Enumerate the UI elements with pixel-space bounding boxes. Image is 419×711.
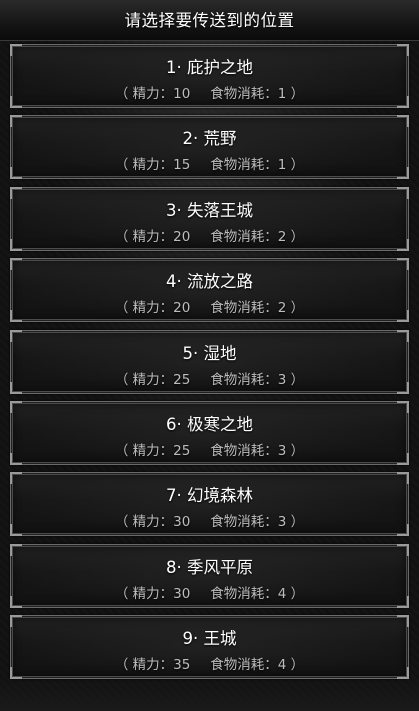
location-option-9[interactable]: 9· 王城 （ 精力：35 食物消耗：4 ）: [10, 615, 409, 680]
location-name: 4· 流放之路: [166, 272, 253, 292]
location-cost: （ 精力：35 食物消耗：4 ）: [11, 653, 408, 673]
location-name: 8· 季风平原: [166, 557, 253, 577]
stamina-cost: （ 精力：25: [114, 371, 191, 388]
food-cost: 食物消耗：2 ）: [210, 228, 305, 245]
location-option-2[interactable]: 2· 荒野 （ 精力：15 食物消耗：1 ）: [10, 115, 409, 180]
food-cost: 食物消耗：4 ）: [210, 585, 305, 602]
location-name: 9· 王城: [182, 629, 237, 649]
location-cost: （ 精力：20 食物消耗：2 ）: [11, 296, 408, 316]
location-cost: （ 精力：25 食物消耗：3 ）: [11, 439, 408, 459]
food-cost: 食物消耗：3 ）: [210, 442, 305, 459]
location-option-5[interactable]: 5· 湿地 （ 精力：25 食物消耗：3 ）: [10, 329, 409, 394]
stamina-cost: （ 精力：30: [114, 514, 191, 531]
location-name: 1· 庇护之地: [166, 58, 253, 77]
stamina-cost: （ 精力：20: [114, 228, 191, 245]
stamina-cost: （ 精力：15: [114, 157, 191, 174]
location-name: 6· 极寒之地: [166, 414, 253, 434]
stamina-cost: （ 精力：25: [114, 442, 191, 459]
stamina-cost: （ 精力：20: [114, 300, 191, 317]
food-cost: 食物消耗：4 ）: [210, 657, 305, 674]
location-cost: （ 精力：15 食物消耗：1 ）: [11, 153, 408, 173]
location-cost: （ 精力：30 食物消耗：4 ）: [11, 582, 408, 602]
food-cost: 食物消耗：1 ）: [210, 86, 305, 102]
stamina-cost: （ 精力：35: [114, 657, 191, 674]
stamina-cost: （ 精力：30: [114, 585, 191, 602]
location-name: 3· 失落王城: [166, 200, 253, 220]
location-option-7[interactable]: 7· 幻境森林 （ 精力：30 食物消耗：3 ）: [10, 472, 409, 537]
food-cost: 食物消耗：3 ）: [210, 514, 305, 531]
location-list: 1· 庇护之地 （ 精力：10 食物消耗：1 ） 2· 荒野 （ 精力：15 食物消…: [10, 44, 409, 687]
dialog-title: 请选择要传送到的位置: [124, 11, 295, 30]
location-option-3[interactable]: 3· 失落王城 （ 精力：20 食物消耗：2 ）: [10, 186, 409, 251]
location-name: 5· 湿地: [182, 343, 237, 363]
food-cost: 食物消耗：3 ）: [210, 371, 305, 388]
location-option-1[interactable]: 1· 庇护之地 （ 精力：10 食物消耗：1 ）: [10, 44, 409, 108]
location-cost: （ 精力：30 食物消耗：3 ）: [11, 510, 408, 530]
food-cost: 食物消耗：2 ）: [210, 300, 305, 317]
location-cost: （ 精力：10 食物消耗：1 ）: [11, 82, 408, 102]
food-cost: 食物消耗：1 ）: [210, 157, 305, 174]
location-option-4[interactable]: 4· 流放之路 （ 精力：20 食物消耗：2 ）: [10, 258, 409, 323]
stamina-cost: （ 精力：10: [114, 86, 191, 102]
location-name: 2· 荒野: [182, 129, 237, 149]
location-cost: （ 精力：25 食物消耗：3 ）: [11, 368, 408, 388]
location-name: 7· 幻境森林: [166, 486, 253, 506]
location-cost: （ 精力：20 食物消耗：2 ）: [11, 225, 408, 245]
location-option-8[interactable]: 8· 季风平原 （ 精力：30 食物消耗：4 ）: [10, 543, 409, 608]
location-option-6[interactable]: 6· 极寒之地 （ 精力：25 食物消耗：3 ）: [10, 400, 409, 465]
